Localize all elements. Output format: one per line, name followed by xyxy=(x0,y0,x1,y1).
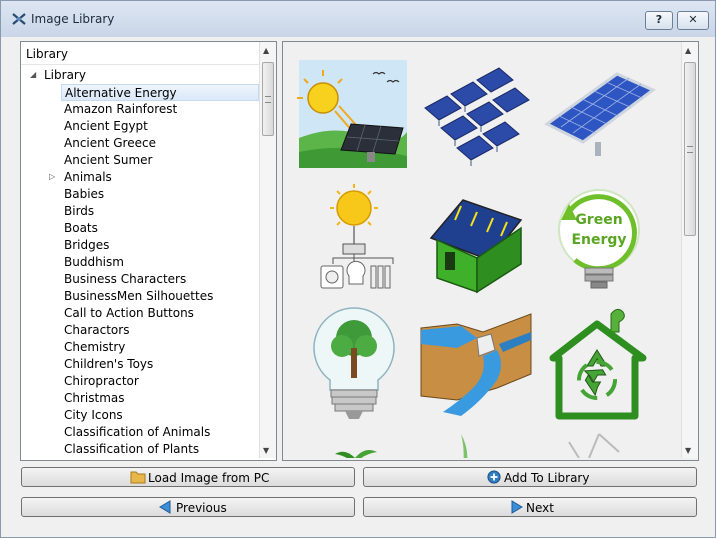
tree-item[interactable]: Ancient Greece xyxy=(21,135,259,152)
scroll-up-arrow-icon[interactable]: ▲ xyxy=(685,46,691,55)
tree-item-label: Children's Toys xyxy=(64,357,154,371)
green-house-solar-roof-thumbnail[interactable] xyxy=(417,180,535,298)
tree-item-label: Business Characters xyxy=(64,272,187,286)
tree-scrollbar[interactable]: ▲ ▼ xyxy=(259,42,276,458)
arrow-left-icon xyxy=(159,500,171,514)
tree-item[interactable]: Classification of Plants xyxy=(21,441,259,458)
load-image-button[interactable]: Load Image from PC xyxy=(21,467,355,487)
tree-item[interactable]: Charactors xyxy=(21,322,259,339)
tree-item-label: Classification of Animals xyxy=(64,425,211,439)
add-to-library-button[interactable]: Add To Library xyxy=(363,467,697,487)
tree-item-label: Chiropractor xyxy=(64,374,139,388)
svg-text:Green: Green xyxy=(575,212,622,228)
arrow-right-icon xyxy=(511,500,523,514)
tree-item[interactable]: Ancient Egypt xyxy=(21,118,259,135)
tree-header-label: Library xyxy=(26,47,68,61)
tree-item-label: Ancient Greece xyxy=(64,136,156,150)
tree-item[interactable]: Children's Toys xyxy=(21,356,259,373)
wind-turbine-thumbnail[interactable] xyxy=(539,428,657,458)
tree-item[interactable]: Chiropractor xyxy=(21,373,259,390)
folder-icon xyxy=(130,471,146,484)
tree-item[interactable]: Christmas xyxy=(21,390,259,407)
tree-item-label: Chemistry xyxy=(64,340,126,354)
tree-root-item[interactable]: ◢ Library xyxy=(21,67,259,84)
image-library-window: Image Library ? ✕ Library ◢ Library Alte… xyxy=(0,0,716,538)
image-gallery-panel: Green Energy ▲ ▼ xyxy=(282,41,699,461)
leaf-thumbnail[interactable] xyxy=(417,428,535,458)
sun-solar-panel-thumbnail[interactable] xyxy=(295,56,413,174)
close-button[interactable]: ✕ xyxy=(677,11,709,30)
gallery-scroll-thumb[interactable] xyxy=(684,62,696,236)
collapse-triangle-icon[interactable]: ◢ xyxy=(30,70,36,79)
tree-item-label: Amazon Rainforest xyxy=(64,102,178,116)
tree-scroll-thumb[interactable] xyxy=(262,62,274,136)
sun-power-outlet-thumbnail[interactable] xyxy=(295,180,413,298)
tree-item-label: Christmas xyxy=(64,391,125,405)
app-logo-icon xyxy=(12,13,26,25)
svg-text:Energy: Energy xyxy=(571,232,626,248)
tree-item[interactable]: Classification of Animals xyxy=(21,424,259,441)
eco-house-recycle-thumbnail[interactable] xyxy=(539,304,657,422)
help-button[interactable]: ? xyxy=(645,11,673,30)
thumbnail-grid: Green Energy xyxy=(283,42,681,458)
tree-item-label: Charactors xyxy=(64,323,130,337)
tree-item[interactable]: ▷ Animals xyxy=(21,169,259,186)
scroll-down-arrow-icon[interactable]: ▼ xyxy=(263,446,269,455)
solar-panel-single-thumbnail[interactable] xyxy=(539,56,657,174)
scroll-up-arrow-icon[interactable]: ▲ xyxy=(263,46,269,55)
tree-item[interactable]: Babies xyxy=(21,186,259,203)
expand-triangle-icon[interactable]: ▷ xyxy=(49,172,55,181)
tree-item[interactable]: Call to Action Buttons xyxy=(21,305,259,322)
hydro-dam-thumbnail[interactable] xyxy=(417,304,535,422)
tree-item-label: Ancient Egypt xyxy=(64,119,148,133)
tree-item[interactable]: Alternative Energy xyxy=(61,84,259,101)
green-energy-bulb-thumbnail[interactable]: Green Energy xyxy=(539,180,657,298)
previous-label: Previous xyxy=(176,501,227,515)
tree-item-label: Classification of Plants xyxy=(64,442,200,456)
tree-item-label: Alternative Energy xyxy=(65,86,177,100)
tree-item-label: Buddhism xyxy=(64,255,124,269)
tree-item-label: Ancient Sumer xyxy=(64,153,153,167)
tree-item-label: BusinessMen Silhouettes xyxy=(64,289,214,303)
tree-item[interactable]: Bridges xyxy=(21,237,259,254)
previous-button[interactable]: Previous xyxy=(21,497,355,517)
tree-item[interactable]: Buddhism xyxy=(21,254,259,271)
scroll-down-arrow-icon[interactable]: ▼ xyxy=(685,446,691,455)
solar-panel-array-thumbnail[interactable] xyxy=(417,56,535,174)
tree-item[interactable]: Chemistry xyxy=(21,339,259,356)
tree-item-label: Animals xyxy=(64,170,112,184)
window-title: Image Library xyxy=(31,12,115,26)
add-to-library-label: Add To Library xyxy=(504,471,590,485)
library-tree-panel: Library ◢ Library Alternative Energy Amaz… xyxy=(20,41,277,461)
tree-header: Library xyxy=(21,42,259,65)
load-image-label: Load Image from PC xyxy=(148,471,270,485)
tree-item[interactable]: Amazon Rainforest xyxy=(21,101,259,118)
tree-item-label: Boats xyxy=(64,221,98,235)
category-tree[interactable]: ◢ Library Alternative Energy Amazon Rainf… xyxy=(21,66,259,458)
tree-item-label: Babies xyxy=(64,187,105,201)
plant-sprout-thumbnail[interactable] xyxy=(295,428,413,458)
tree-item-label: Bridges xyxy=(64,238,110,252)
tree-item-label: Call to Action Buttons xyxy=(64,306,194,320)
tree-light-bulb-thumbnail[interactable] xyxy=(295,304,413,422)
tree-item[interactable]: City Icons xyxy=(21,407,259,424)
tree-item[interactable]: Business Characters xyxy=(21,271,259,288)
tree-item[interactable]: BusinessMen Silhouettes xyxy=(21,288,259,305)
gallery-scrollbar[interactable]: ▲ ▼ xyxy=(681,42,698,458)
tree-item-label: City Icons xyxy=(64,408,123,422)
plus-circle-icon xyxy=(487,470,501,484)
tree-item-label: Birds xyxy=(64,204,95,218)
tree-item[interactable]: Ancient Sumer xyxy=(21,152,259,169)
title-bar[interactable]: Image Library ? ✕ xyxy=(1,1,715,37)
tree-item[interactable]: Birds xyxy=(21,203,259,220)
next-label: Next xyxy=(526,501,554,515)
next-button[interactable]: Next xyxy=(363,497,697,517)
tree-item[interactable]: Boats xyxy=(21,220,259,237)
tree-root-label: Library xyxy=(44,68,86,82)
